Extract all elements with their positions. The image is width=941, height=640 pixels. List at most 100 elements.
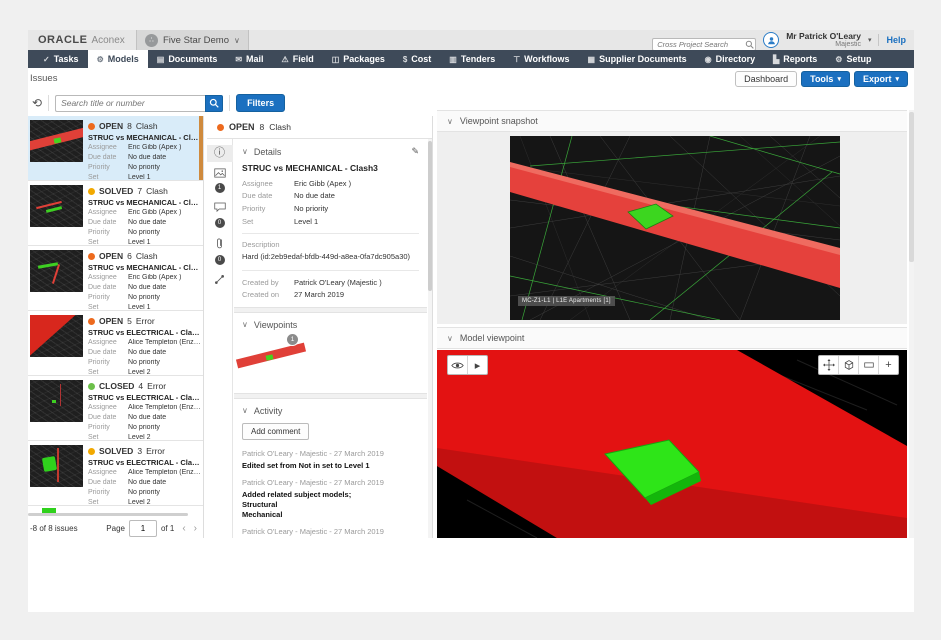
status-dot — [88, 383, 95, 390]
activity-entry: Patrick O'Leary - Majestic - 27 March 20… — [234, 475, 427, 524]
chevron-down-icon: ∨ — [242, 406, 248, 415]
status-dot — [88, 253, 95, 260]
nav-item-reports[interactable]: ▙Reports — [764, 50, 826, 68]
toolbar-actions: Dashboard Tools▾ Export▾ — [735, 71, 908, 87]
issues-list: OPEN8Clash STRUC vs MECHANICAL - Clash3 … — [28, 116, 204, 538]
viewpoints-tab[interactable]: 1 — [207, 165, 233, 196]
caret-down-icon: ▾ — [837, 75, 841, 83]
chevron-left-icon[interactable]: ‹ — [182, 523, 185, 534]
main-nav: ✓Tasks ⚙Models ▤Documents ✉Mail ⚠Field ◫… — [28, 50, 914, 68]
tenders-icon: ▥ — [449, 55, 457, 64]
nav-item-documents[interactable]: ▤Documents — [148, 50, 227, 68]
activity-entry: Patrick O'Leary - Majestic - 27 March 20… — [234, 446, 427, 475]
refresh-icon[interactable]: ⟲ — [32, 97, 42, 109]
user-menu[interactable]: Mr Patrick O'Leary Majestic — [786, 32, 861, 49]
issue-list-item[interactable]: SOLVED7Clash STRUC vs MECHANICAL - Clash… — [28, 181, 203, 246]
tools-button[interactable]: Tools▾ — [801, 71, 850, 87]
details-section-header[interactable]: ∨ Details ✎ — [234, 139, 427, 162]
issue-list-item[interactable]: CLOSED4Error STRUC vs ELECTRICAL - Clash… — [28, 376, 203, 441]
viewpoint-snapshot-image: MC-Z1-L1 | L1E Apartments [1] — [510, 136, 840, 320]
horizontal-scrollbar[interactable] — [28, 513, 188, 516]
info-tab[interactable]: ⓘ — [207, 145, 233, 162]
chevron-down-icon: ∨ — [234, 36, 240, 45]
divider — [48, 95, 49, 111]
issue-list-item[interactable]: OPEN8Clash STRUC vs MECHANICAL - Clash3 … — [28, 116, 203, 181]
mail-icon: ✉ — [235, 55, 242, 64]
detail-scrollbar[interactable] — [428, 139, 432, 538]
viewpoints-section-header[interactable]: ∨ Viewpoints — [234, 313, 427, 335]
nav-item-field[interactable]: ⚠Field — [273, 50, 323, 68]
nav-item-models[interactable]: ⚙Models — [88, 50, 148, 68]
viewpoint-thumbnail[interactable]: 1 — [242, 337, 295, 377]
nav-item-setup[interactable]: ⚙Setup — [826, 50, 880, 68]
caret-down-icon: ▾ — [895, 75, 899, 83]
add-comment-button[interactable]: Add comment — [242, 423, 309, 440]
nav-item-cost[interactable]: $Cost — [394, 50, 440, 68]
cube-icon[interactable] — [838, 356, 858, 374]
pan-icon[interactable] — [819, 356, 838, 374]
help-link[interactable]: Help — [886, 35, 906, 45]
document-icon: ▤ — [157, 55, 165, 64]
fit-rectangle-icon[interactable] — [858, 356, 878, 374]
expand-play-icon[interactable]: ▸ — [467, 356, 487, 374]
relations-tab[interactable] — [207, 271, 233, 291]
issue-thumbnail — [30, 120, 83, 162]
snapshot-caption: MC-Z1-L1 | L1E Apartments [1] — [518, 296, 615, 306]
pagination: -8 of 8 issues Page of 1 ‹ › — [28, 518, 203, 538]
detail-icon-strip: ⓘ 1 0 0 — [207, 139, 233, 538]
description-value: Hard (id:2eb9edaf-bfdb-449d-a8ea-0fa7dc9… — [234, 250, 427, 265]
viewer-left-toolbar: ▸ — [447, 355, 488, 375]
cross-project-search-input[interactable] — [652, 38, 756, 51]
nav-item-supplier-documents[interactable]: ▦Supplier Documents — [579, 50, 696, 68]
chevron-down-icon: ∨ — [447, 334, 453, 343]
export-button[interactable]: Export▾ — [854, 71, 908, 87]
nav-item-mail[interactable]: ✉Mail — [226, 50, 272, 68]
nav-item-workflows[interactable]: ⊤Workflows — [504, 50, 578, 68]
oracle-logo: ORACLE — [38, 34, 87, 46]
nav-item-tasks[interactable]: ✓Tasks — [34, 50, 88, 68]
activity-section-header[interactable]: ∨ Activity — [234, 399, 427, 421]
chevron-down-icon: ∨ — [447, 117, 453, 126]
caret-down-icon[interactable]: ▾ — [868, 36, 872, 44]
user-name: Mr Patrick O'Leary — [786, 32, 861, 41]
visibility-eye-icon[interactable] — [448, 356, 467, 374]
issue-thumbnail — [30, 185, 83, 227]
issue-list-item[interactable]: SOLVED3Error STRUC vs ELECTRICAL - Clash… — [28, 441, 203, 506]
nav-item-tenders[interactable]: ▥Tenders — [440, 50, 504, 68]
nav-item-directory[interactable]: ◉Directory — [696, 50, 765, 68]
description-label: Description — [234, 239, 427, 250]
cross-project-search[interactable] — [652, 34, 756, 47]
nav-item-packages[interactable]: ◫Packages — [323, 50, 394, 68]
comments-tab[interactable]: 0 — [207, 199, 233, 231]
top-bar: ORACLE Aconex ∴ Five Star Demo ∨ Mr Patr… — [28, 30, 914, 51]
edit-pencil-icon[interactable]: ✎ — [411, 146, 419, 157]
attachments-tab[interactable]: 0 — [207, 234, 233, 268]
selected-indicator — [199, 116, 203, 180]
viewpoint-snapshot-header[interactable]: ∨ Viewpoint snapshot — [437, 110, 907, 132]
issue-title: STRUC vs MECHANICAL - Clash1 — [88, 263, 201, 272]
viewpoint-snapshot-body: MC-Z1-L1 | L1E Apartments [1] — [437, 132, 907, 324]
user-avatar[interactable] — [763, 32, 779, 48]
gear-icon: ⚙ — [835, 55, 842, 64]
model-viewpoint-header[interactable]: ∨ Model viewpoint — [437, 327, 907, 349]
reports-icon: ▙ — [773, 55, 779, 64]
dashboard-button[interactable]: Dashboard — [735, 71, 797, 87]
issue-list-item[interactable]: OPEN6Clash STRUC vs MECHANICAL - Clash1 … — [28, 246, 203, 311]
project-selector[interactable]: ∴ Five Star Demo ∨ — [136, 30, 249, 50]
models-icon: ⚙ — [97, 55, 104, 64]
status-dot — [88, 448, 95, 455]
model-viewpoint-canvas[interactable]: ▸ + — [437, 350, 907, 538]
panel-scrollbar[interactable] — [909, 110, 914, 538]
created-on-value: 27 March 2019 — [294, 290, 344, 300]
zoom-in-icon[interactable]: + — [878, 356, 898, 374]
filters-button[interactable]: Filters — [236, 94, 285, 112]
issue-list-item[interactable]: OPEN5Error STRUC vs ELECTRICAL - Clash4 … — [28, 311, 203, 376]
search-button[interactable] — [205, 95, 223, 112]
activity-entry: Patrick O'Leary - Majestic - 27 March 20… — [234, 524, 427, 538]
field-icon: ⚠ — [282, 55, 289, 64]
viewer-right-toolbar: + — [818, 355, 899, 375]
chevron-right-icon[interactable]: › — [194, 523, 197, 534]
issue-search-input[interactable] — [55, 95, 205, 112]
page-number-input[interactable] — [129, 520, 157, 537]
results-summary: -8 of 8 issues — [30, 524, 78, 533]
